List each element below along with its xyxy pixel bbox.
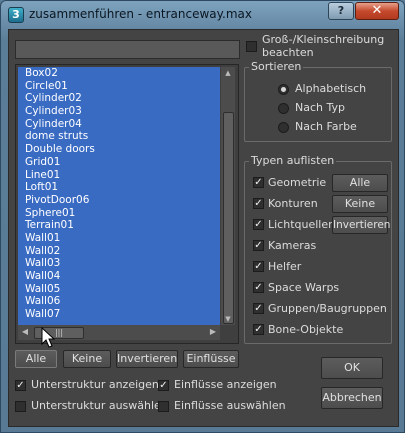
list-item[interactable]: Sphere01 [18,206,220,220]
type-space-warps-checkbox[interactable]: ✓ [253,282,264,293]
list-item[interactable]: Wall03 [18,257,220,270]
type-cameras-label: Kameras [268,239,317,252]
list-item[interactable]: Wall06 [18,295,220,309]
sort-by-color-label: Nach Farbe [295,120,357,133]
sort-group: Sortieren Alphabetisch Nach Typ Nach Far… [244,60,392,142]
scroll-left-icon[interactable]: ◀ [20,327,30,337]
type-cameras-checkbox[interactable]: ✓ [253,240,264,251]
list-types-group: Typen auflisten ✓ Geometrie ✓ Konturen ✓… [244,154,392,344]
list-item[interactable]: PivotDoor06 [18,193,220,207]
vertical-scrollbar[interactable]: ▲ ▼ [221,67,235,325]
list-types-group-title: Typen auflisten [249,154,337,167]
type-shapes-checkbox[interactable]: ✓ [253,198,264,209]
window-frame: 3 zusammenführen - entranceway.max ? ✕ B… [0,0,405,433]
show-influences-label: Einflüsse anzeigen [174,378,277,391]
type-geometry-label: Geometrie [268,176,327,189]
type-helpers-checkbox[interactable]: ✓ [253,261,264,272]
list-item[interactable]: Cylinder03 [18,105,220,118]
list-item[interactable]: Grid01 [18,155,220,169]
ok-button[interactable]: OK [321,357,383,379]
object-list-items[interactable]: Box02 Circle01 Cylinder02 Cylinder03 Cylinde… [18,67,220,325]
types-none-button[interactable]: Keine [332,195,388,213]
list-item[interactable]: Cylinder04 [18,117,220,131]
list-item[interactable]: Wall07 [18,308,220,321]
types-invert-button[interactable]: Invertieren [332,216,390,234]
list-item[interactable]: Loft01 [18,181,220,194]
sort-by-type-radio[interactable] [278,103,289,114]
list-item[interactable]: Wall04 [18,270,220,283]
type-bones-label: Bone-Objekte [268,323,344,336]
type-geometry-checkbox[interactable]: ✓ [253,177,264,188]
type-lights-checkbox[interactable]: ✓ [253,219,264,230]
vertical-scroll-thumb[interactable] [223,112,234,324]
type-groups-checkbox[interactable]: ✓ [253,303,264,314]
list-item[interactable]: Line01 [18,168,220,182]
case-sensitive-label: Groß-/Kleinschreibung beachten [262,33,385,59]
invert-selection-button[interactable]: Invertieren [116,350,178,368]
object-list[interactable]: Box02 Circle01 Cylinder02 Cylinder03 Cylinde… [15,64,239,344]
sort-alphabetical-radio[interactable] [278,84,289,95]
list-item[interactable]: Cylinder02 [18,92,220,106]
list-item[interactable]: Double doors [18,143,220,156]
list-item[interactable]: Wall01 [18,231,220,245]
list-item[interactable]: dome struts [18,130,220,144]
show-substructure-label: Unterstruktur anzeigen [31,378,159,391]
mouse-pointer-icon [41,327,56,348]
type-bones-checkbox[interactable]: ✓ [253,324,264,335]
type-shapes-label: Konturen [268,197,318,210]
show-substructure-checkbox[interactable]: ✓ [15,380,26,391]
type-groups-label: Gruppen/Baugruppen [268,302,387,315]
select-influences-label: Einflüsse auswählen [174,399,286,412]
scroll-right-icon[interactable]: ▶ [208,327,218,337]
close-button[interactable]: ✕ [355,2,399,20]
sort-by-color-radio[interactable] [278,122,289,133]
app-icon: 3 [8,7,24,23]
sort-group-title: Sortieren [249,60,304,73]
list-item[interactable]: Wall02 [18,244,220,258]
title-bar[interactable]: 3 zusammenführen - entranceway.max ? ✕ [1,1,405,29]
search-input[interactable] [15,40,240,59]
list-item[interactable]: Circle01 [18,79,220,93]
list-item[interactable]: Wall05 [18,282,220,296]
influences-button[interactable]: Einflüsse [183,350,239,368]
type-lights-label: Lichtquellen [268,218,336,231]
select-all-button[interactable]: Alle [15,350,57,368]
sort-by-type-label: Nach Typ [295,101,345,114]
cancel-button[interactable]: Abbrechen [321,387,383,409]
sort-alphabetical-label: Alphabetisch [295,82,367,95]
select-none-button[interactable]: Keine [63,350,111,368]
select-substructure-checkbox[interactable] [15,401,26,412]
list-item[interactable]: Terrain01 [18,219,220,232]
type-helpers-label: Helfer [268,260,302,273]
select-substructure-label: Unterstruktur auswählen [31,399,168,412]
list-item[interactable]: Box02 [18,67,220,80]
help-button[interactable]: ? [328,2,354,20]
dialog-body: Box02 Circle01 Cylinder02 Cylinder03 Cylinde… [8,29,399,427]
select-influences-checkbox[interactable] [158,401,169,412]
window-title: zusammenführen - entranceway.max [29,7,253,21]
scroll-down-icon[interactable]: ▼ [224,315,232,323]
scroll-up-icon[interactable]: ▲ [224,69,232,77]
case-sensitive-checkbox[interactable] [246,41,257,52]
show-influences-checkbox[interactable]: ✓ [158,380,169,391]
types-all-button[interactable]: Alle [332,174,388,192]
type-space-warps-label: Space Warps [268,281,340,294]
